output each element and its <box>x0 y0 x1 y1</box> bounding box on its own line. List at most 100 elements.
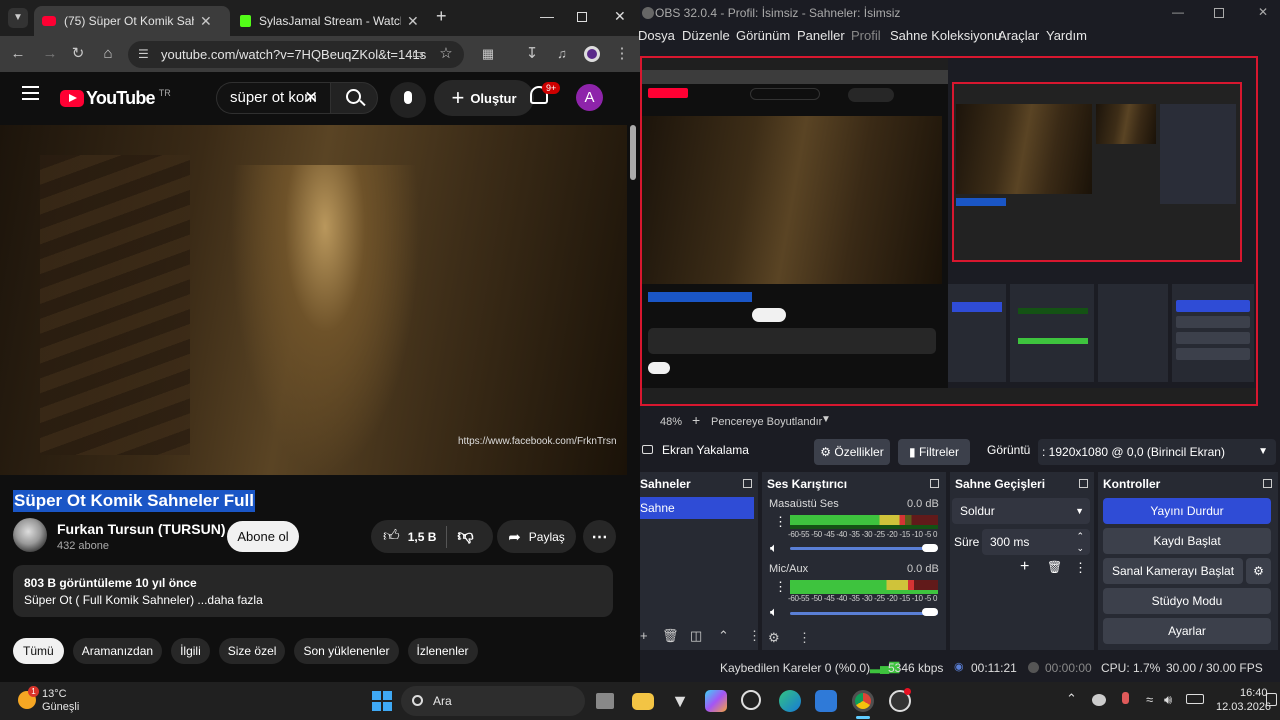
close-tab-icon[interactable]: ✕ <box>200 13 212 30</box>
volume-icon[interactable]: 🔊︎ <box>1164 692 1172 708</box>
description-box[interactable]: 803 B görüntüleme 10 yıl önce Süper Ot (… <box>13 565 613 617</box>
fit-to-window-label[interactable]: Pencereye Boyutlandır <box>711 416 822 428</box>
vivaldi-app-icon[interactable]: ▼ <box>669 690 691 712</box>
mic-volume-knob[interactable] <box>922 608 938 616</box>
channel-name[interactable]: Furkan Tursun (TURSUN) <box>57 521 226 537</box>
wifi-icon[interactable]: ≈ <box>1146 692 1153 707</box>
edge-icon[interactable] <box>779 690 801 712</box>
start-recording-button[interactable]: Kaydı Başlat <box>1103 528 1271 554</box>
start-virtual-camera-button[interactable]: Sanal Kamerayı Başlat <box>1103 558 1243 584</box>
store-icon[interactable] <box>815 690 837 712</box>
profile-icon[interactable] <box>584 46 600 62</box>
maximize-icon[interactable] <box>577 12 587 22</box>
scene-filters-icon[interactable]: ◫ <box>690 628 702 644</box>
download-icon[interactable]: ↧ <box>522 44 542 64</box>
weather-widget[interactable]: 1 13°C Güneşli <box>16 686 86 716</box>
scene-more-icon[interactable]: ⋮ <box>748 628 761 644</box>
dock-float-icon[interactable] <box>1079 479 1088 488</box>
desktop-volume-slider[interactable] <box>790 547 938 550</box>
chip-watched[interactable]: İzlenenler <box>407 638 478 664</box>
menu-file[interactable]: Dosya <box>638 28 675 43</box>
dock-float-icon[interactable] <box>930 479 939 488</box>
share-button[interactable]: ➦ Paylaş <box>497 520 576 553</box>
mic-speaker-icon[interactable]: 🔈︎ <box>770 604 778 620</box>
start-button-icon[interactable] <box>372 691 392 711</box>
tab-youtube[interactable]: (75) Süper Ot Komik Sahneler F ✕ <box>34 6 230 36</box>
move-scene-up-icon[interactable]: ⌃ <box>718 628 729 644</box>
zoom-dropdown-icon[interactable]: ▼ <box>821 414 831 425</box>
menu-help[interactable]: Yardım <box>1046 28 1087 43</box>
menu-docks[interactable]: Paneller <box>797 28 845 43</box>
tray-app-icon[interactable] <box>1092 694 1106 706</box>
close-tab-icon[interactable]: ✕ <box>407 13 419 30</box>
chip-related[interactable]: İlgili <box>171 638 210 664</box>
account-avatar[interactable]: A <box>576 84 603 111</box>
obs-minimize-icon[interactable]: — <box>1172 5 1184 19</box>
spin-down-icon[interactable]: ⌄ <box>1076 535 1084 561</box>
mixer-more-icon[interactable]: ⋮ <box>798 630 811 646</box>
remove-transition-icon[interactable]: 🗑︎ <box>1047 560 1062 574</box>
tray-mic-icon[interactable] <box>1122 692 1129 704</box>
create-button[interactable]: + Oluştur <box>434 80 534 116</box>
menu-profile[interactable]: Profil <box>851 28 881 43</box>
add-transition-icon[interactable]: + <box>1020 558 1029 576</box>
add-scene-icon[interactable]: + <box>640 628 648 643</box>
desktop-volume-knob[interactable] <box>922 544 938 552</box>
like-button[interactable]: 👍︎ 1,5 B <box>371 527 436 546</box>
more-actions-button[interactable]: ⋯ <box>583 520 616 553</box>
chatgpt-icon[interactable] <box>741 690 761 710</box>
subscribe-button[interactable]: Abone ol <box>227 521 299 552</box>
bookmark-star-icon[interactable]: ☆ <box>436 44 456 64</box>
obs-preview[interactable] <box>640 56 1258 406</box>
properties-button[interactable]: ⚙ Özellikler <box>814 439 890 465</box>
file-explorer-icon[interactable] <box>632 693 654 710</box>
taskbar-search[interactable]: Ara <box>401 686 585 716</box>
notification-center-icon[interactable] <box>1266 693 1277 706</box>
reload-icon[interactable]: ↻ <box>68 44 88 64</box>
voice-search-button[interactable] <box>390 82 426 118</box>
scene-item-sahne[interactable]: Sahne <box>640 497 754 519</box>
chrome-app-icon[interactable] <box>852 690 874 712</box>
media-controls-icon[interactable]: ♫ <box>552 44 572 64</box>
menu-view[interactable]: Görünüm <box>736 28 790 43</box>
remove-scene-icon[interactable]: 🗑︎ <box>662 628 679 644</box>
mixer-settings-icon[interactable]: ⚙ <box>768 630 780 646</box>
dock-float-icon[interactable] <box>743 479 752 488</box>
new-tab-icon[interactable]: + <box>436 6 447 27</box>
hamburger-menu-icon[interactable] <box>22 86 39 100</box>
stop-streaming-button[interactable]: Yayını Durdur <box>1103 498 1271 524</box>
chip-all[interactable]: Tümü <box>13 638 64 664</box>
chrome-menu-icon[interactable]: ⋮ <box>612 44 632 64</box>
page-scrollbar[interactable] <box>630 125 636 180</box>
tab-kick[interactable]: SylasJamal Stream - Watch Live ✕ <box>232 6 428 36</box>
chip-from-search[interactable]: Aramanızdan <box>72 638 163 664</box>
chip-for-you[interactable]: Size özel <box>218 638 286 664</box>
virtual-camera-settings-button[interactable]: ⚙ <box>1246 558 1271 584</box>
youtube-logo[interactable]: YouTube TR <box>60 88 171 109</box>
clear-search-icon[interactable]: ✕ <box>304 88 318 108</box>
transition-more-icon[interactable]: ⋮ <box>1074 560 1087 576</box>
tab-search-icon[interactable]: ▼ <box>8 8 28 28</box>
copilot-icon[interactable] <box>705 690 727 712</box>
dislike-button[interactable]: 👎︎ <box>447 527 473 546</box>
back-icon[interactable]: ← <box>8 44 28 64</box>
clock-time[interactable]: 16:40 <box>1240 687 1268 699</box>
duration-input[interactable]: 300 ms ⌃ ⌄ <box>982 529 1090 555</box>
transition-select[interactable]: Soldur ▼ <box>952 498 1090 524</box>
tray-overflow-icon[interactable]: ⌃ <box>1066 691 1077 707</box>
mic-volume-slider[interactable] <box>790 612 938 615</box>
zoom-level[interactable]: 48% <box>660 416 682 428</box>
video-player[interactable]: https://www.facebook.com/FrknTrsn <box>0 125 627 475</box>
extensions-icon[interactable]: ▦ <box>478 44 498 64</box>
desktop-speaker-icon[interactable]: 🔈︎ <box>770 540 778 556</box>
home-icon[interactable]: ⌂ <box>98 44 118 64</box>
menu-tools[interactable]: Araçlar <box>998 28 1039 43</box>
channel-desktop-menu-icon[interactable]: ⋮ <box>774 514 787 530</box>
obs-close-icon[interactable]: ✕ <box>1258 5 1268 19</box>
search-button[interactable] <box>330 82 378 114</box>
studio-mode-button[interactable]: Stüdyo Modu <box>1103 588 1271 614</box>
channel-avatar[interactable] <box>13 518 47 552</box>
display-select[interactable]: : 1920x1080 @ 0,0 (Birincil Ekran) ▼ <box>1038 439 1276 465</box>
battery-icon[interactable] <box>1186 694 1204 704</box>
task-view-icon[interactable] <box>596 693 614 709</box>
